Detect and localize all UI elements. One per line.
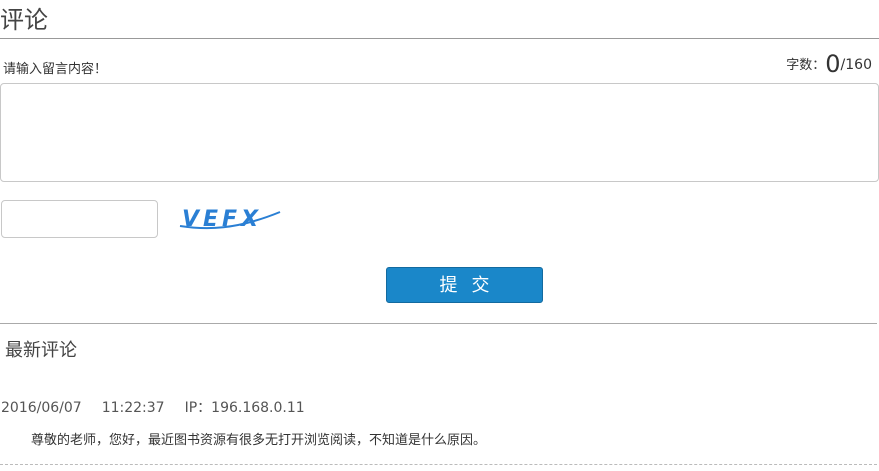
char-counter: 字数：0/160 [786, 50, 872, 78]
captcha-input[interactable] [1, 200, 158, 238]
char-counter-current: 0 [825, 50, 841, 78]
latest-comments-title: 最新评论 [5, 340, 77, 361]
comment-ip: IP：196.168.0.11 [184, 400, 305, 416]
comment-textarea[interactable] [0, 83, 879, 182]
submit-button[interactable]: 提交 [386, 267, 543, 303]
comment-page: 评论 请输入留言内容！ 字数：0/160 VEFX 提交 最新评论 2016/0… [0, 0, 879, 471]
comment-text: 尊敬的老师，您好，最近图书资源有很多无打开浏览阅读，不知道是什么原因。 [31, 433, 487, 448]
comment-divider [0, 464, 877, 465]
char-counter-label: 字数： [786, 58, 826, 73]
title-divider [0, 38, 879, 39]
latest-divider [0, 323, 877, 324]
captcha-image[interactable]: VEFX [176, 200, 284, 236]
comment-meta: 2016/06/07 11:22:37 IP：196.168.0.11 [1, 397, 305, 417]
captcha-graphic: VEFX [179, 207, 281, 232]
char-counter-max: /160 [840, 57, 872, 73]
comment-section-title: 评论 [0, 6, 48, 34]
comment-time: 11:22:37 [101, 400, 165, 416]
comment-date: 2016/06/07 [1, 400, 82, 416]
comment-prompt: 请输入留言内容！ [3, 62, 108, 77]
